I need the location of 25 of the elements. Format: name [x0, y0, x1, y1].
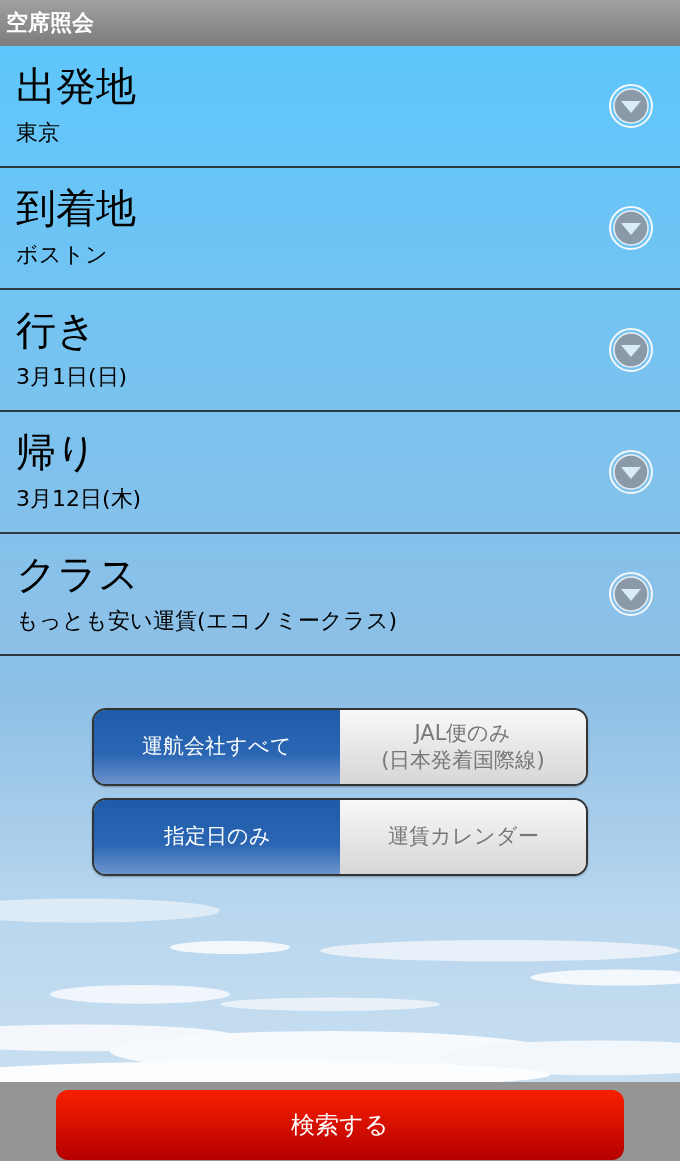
- field-label: 行き: [16, 308, 98, 352]
- field-value: 東京: [16, 119, 61, 147]
- dropdown-icon[interactable]: [608, 571, 654, 617]
- field-value: もっとも安い運賃(エコノミークラス): [16, 607, 398, 635]
- selector-row[interactable]: 行き 3月1日(日): [0, 290, 680, 412]
- selector-row[interactable]: 到着地 ボストン: [0, 168, 680, 290]
- field-label: 帰り: [16, 430, 98, 474]
- field-label: 出発地: [16, 64, 136, 108]
- selector-row[interactable]: 帰り 3月12日(木): [0, 412, 680, 534]
- dropdown-icon[interactable]: [608, 327, 654, 373]
- search-button[interactable]: 検索する: [56, 1090, 624, 1160]
- segment-button[interactable]: 運賃カレンダー: [340, 800, 586, 874]
- dropdown-icon[interactable]: [608, 83, 654, 129]
- segment-button[interactable]: 指定日のみ: [94, 800, 340, 874]
- selector-row[interactable]: 出発地 東京: [0, 46, 680, 168]
- field-value: ボストン: [16, 241, 109, 269]
- field-value: 3月1日(日): [16, 363, 128, 391]
- field-label: クラス: [16, 552, 140, 596]
- field-label: 到着地: [16, 186, 136, 230]
- dropdown-icon[interactable]: [608, 205, 654, 251]
- dropdown-icon[interactable]: [608, 449, 654, 495]
- window-title: 空席照会: [6, 9, 94, 37]
- segment-button[interactable]: JAL便のみ (日本発着国際線): [340, 710, 586, 784]
- field-value: 3月12日(木): [16, 485, 142, 513]
- segment-button[interactable]: 運航会社すべて: [94, 710, 340, 784]
